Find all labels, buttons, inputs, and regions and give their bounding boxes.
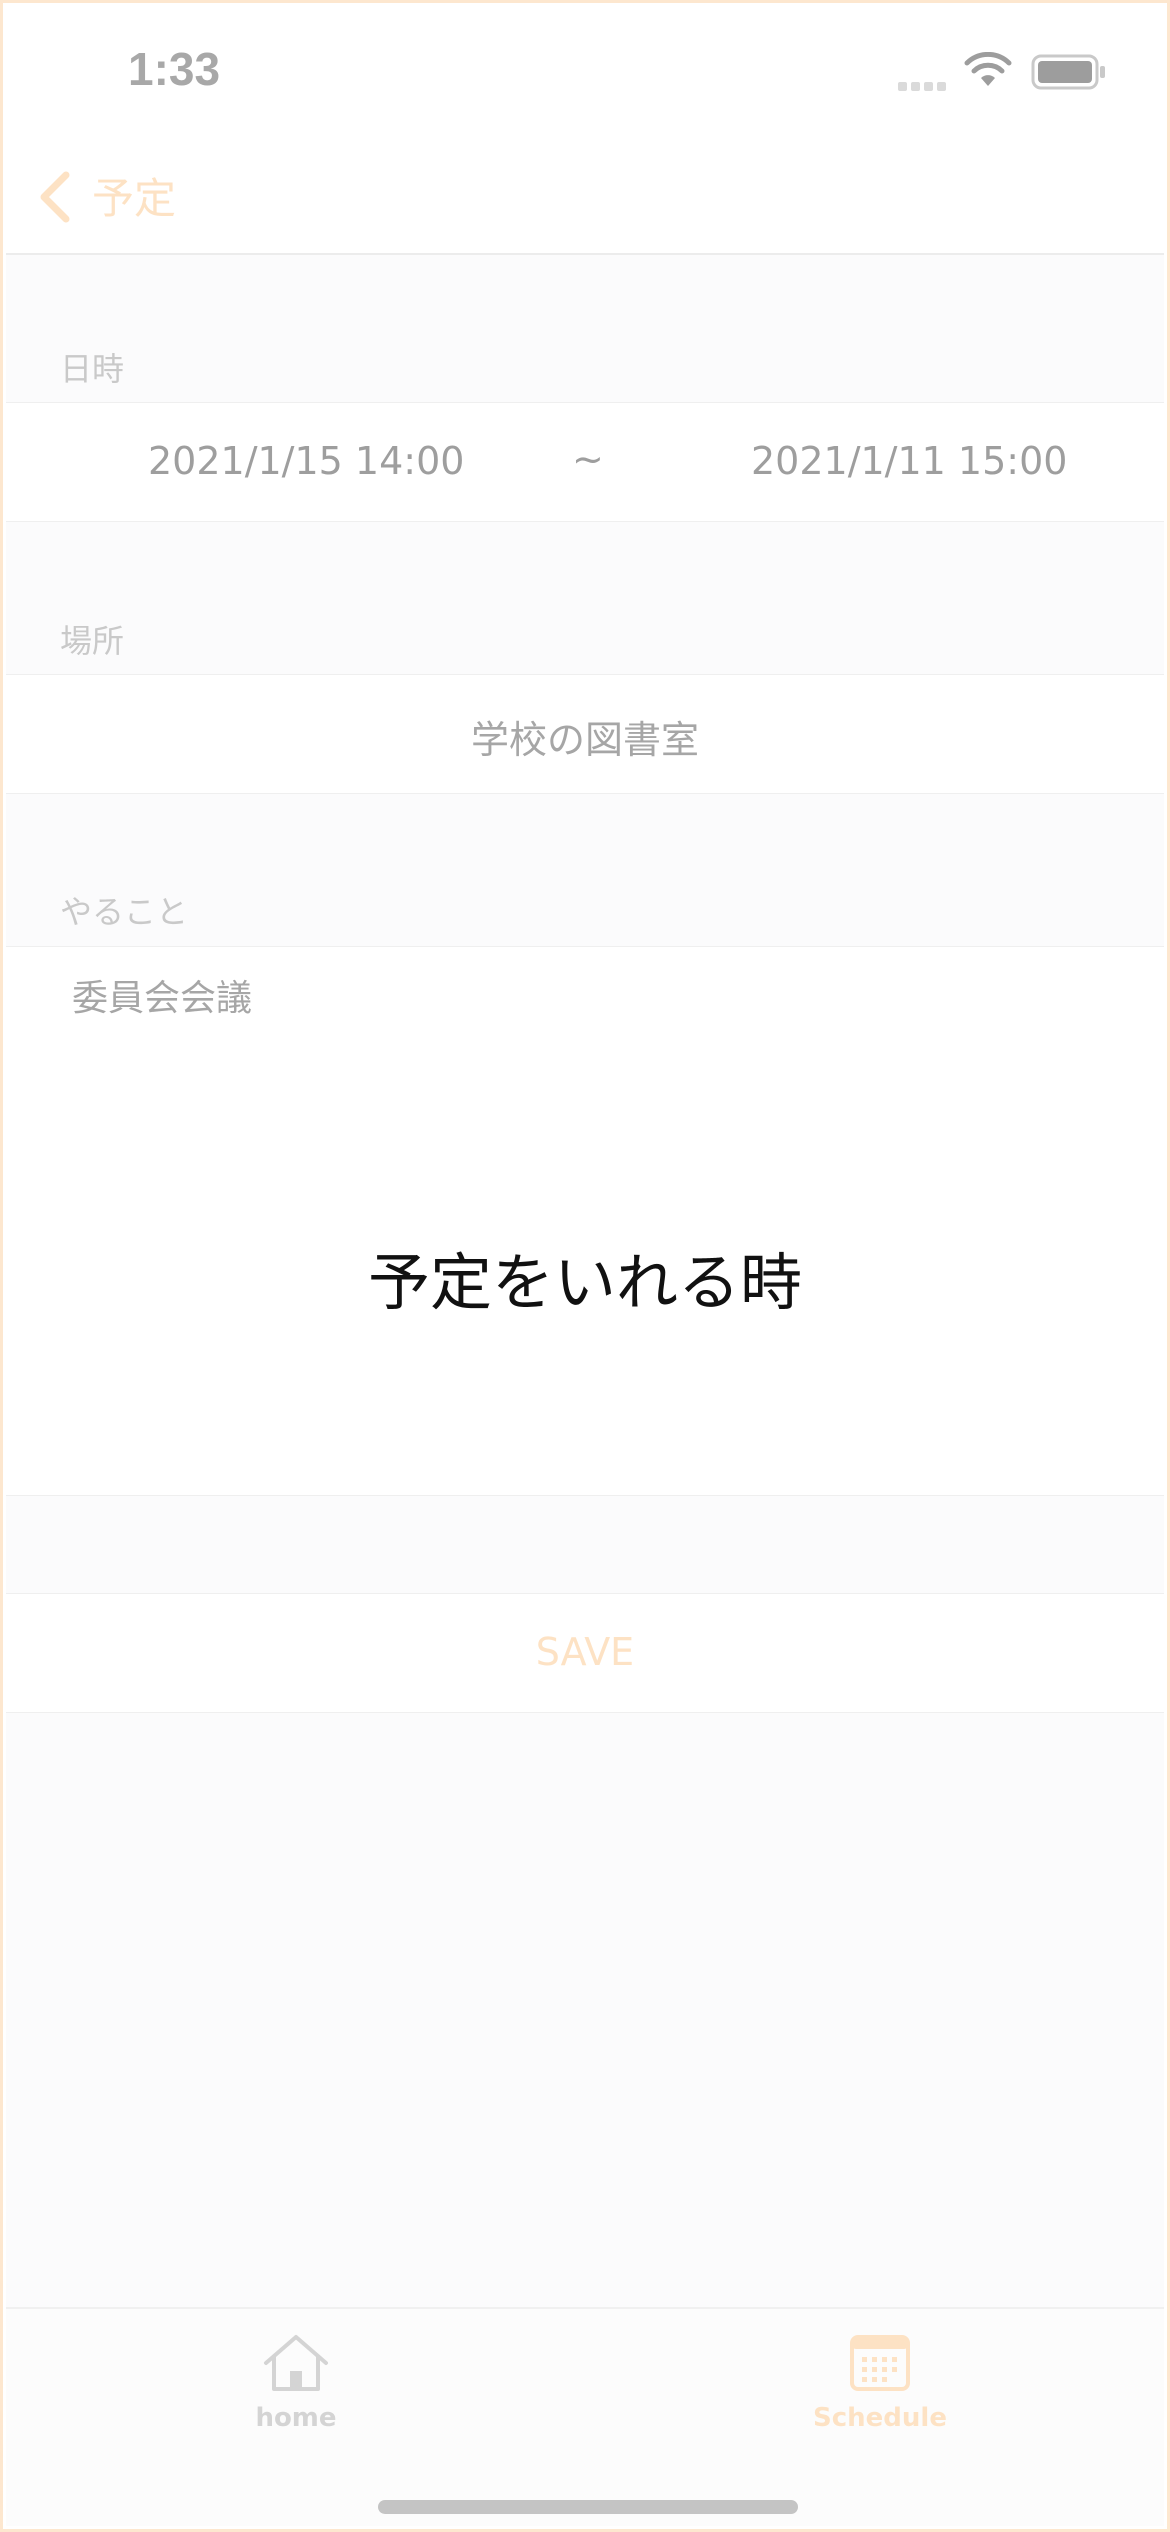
tab-schedule[interactable]: Schedule: [780, 2331, 980, 2433]
place-section-header: 場所: [60, 622, 125, 660]
cellular-signal-icon: [898, 76, 950, 95]
save-button[interactable]: SAVE: [6, 1630, 1164, 1674]
tab-home[interactable]: home: [196, 2331, 396, 2433]
tab-schedule-label: Schedule: [813, 2403, 947, 2433]
start-date-field[interactable]: 2021/1/15 14:00: [148, 439, 464, 483]
place-field[interactable]: 学校の図書室: [6, 709, 1164, 764]
place-row[interactable]: 学校の図書室: [6, 674, 1164, 794]
home-indicator: [378, 2500, 798, 2514]
back-chevron-icon[interactable]: [36, 169, 76, 225]
tab-bar: home Schedule: [6, 2307, 1164, 2526]
navigation-bar: 予定: [6, 141, 1164, 255]
todo-text-area[interactable]: 委員会会議: [6, 946, 1164, 1496]
screen: 1:33 予定 日時 2021/1/15 14:00 ~ 2021/1/11 1…: [6, 6, 1164, 2526]
todo-section-header: やること: [60, 893, 189, 931]
status-bar: 1:33: [6, 6, 1164, 141]
status-time: 1:33: [128, 43, 221, 95]
datetime-section-header: 日時: [60, 350, 125, 388]
todo-text: 委員会会議: [72, 978, 253, 1019]
screen-frame: 1:33 予定 日時 2021/1/15 14:00 ~ 2021/1/11 1…: [0, 0, 1170, 2532]
end-date-field[interactable]: 2021/1/11 15:00: [751, 439, 1067, 483]
calendar-icon: [850, 2335, 910, 2391]
overlay-caption: 予定をいれる時: [367, 1246, 802, 1319]
wifi-icon: [964, 52, 1012, 86]
save-row[interactable]: SAVE: [6, 1593, 1164, 1713]
house-icon: [264, 2335, 328, 2391]
datetime-row: 2021/1/15 14:00 ~ 2021/1/11 15:00: [6, 402, 1164, 522]
battery-icon: [1031, 54, 1105, 90]
tab-home-label: home: [255, 2403, 337, 2433]
date-range-separator: ~: [572, 437, 604, 481]
back-button[interactable]: 予定: [92, 165, 176, 226]
